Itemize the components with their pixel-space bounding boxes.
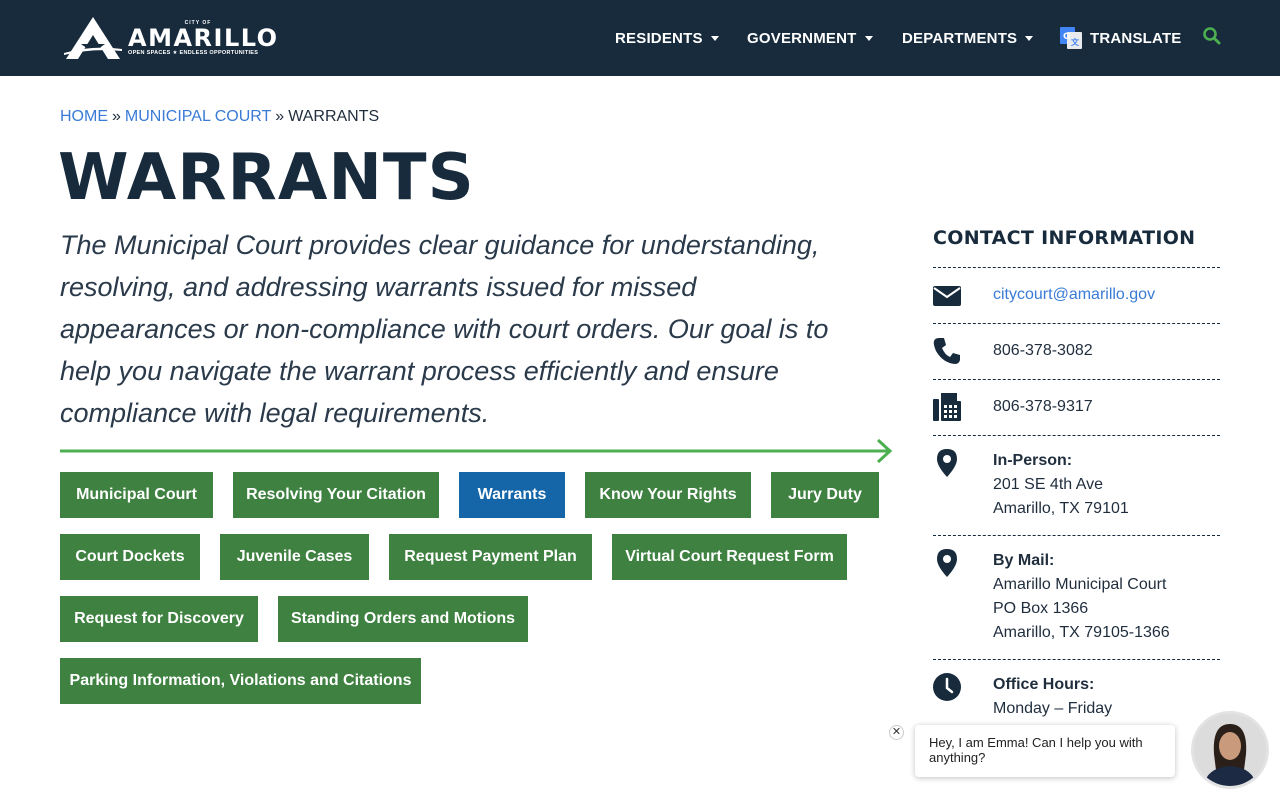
contact-email: citycourt@amarillo.gov xyxy=(993,283,1155,307)
nav-government-label: GOVERNMENT xyxy=(747,29,857,47)
contact-hours: Office Hours: Monday – Friday xyxy=(993,673,1112,721)
page-title: WARRANTS xyxy=(58,141,475,215)
mail-line2: PO Box 1366 xyxy=(993,600,1089,617)
in-person-label: In-Person: xyxy=(993,452,1073,469)
assistant-avatar-icon xyxy=(1194,714,1266,786)
chat-close-button[interactable]: ✕ xyxy=(889,725,904,740)
mail-line1: Amarillo Municipal Court xyxy=(993,576,1167,593)
svg-text:G: G xyxy=(1063,32,1071,42)
chat-message-bubble[interactable]: Hey, I am Emma! Can I help you with anyt… xyxy=(915,725,1175,777)
in-person-line2: Amarillo, TX 79101 xyxy=(993,500,1129,517)
divider xyxy=(933,435,1220,436)
nav-translate-label: TRANSLATE xyxy=(1090,29,1182,47)
green-arrow-divider xyxy=(60,438,893,464)
contact-phone: 806-378-3082 xyxy=(993,342,1093,359)
btn-municipal-court[interactable]: Municipal Court xyxy=(60,472,213,518)
breadcrumb-home-link[interactable]: HOME xyxy=(60,108,108,125)
caret-down-icon xyxy=(864,35,873,41)
breadcrumb-separator: » xyxy=(275,108,285,125)
fax-icon xyxy=(933,393,961,421)
btn-virtual-court-request-form[interactable]: Virtual Court Request Form xyxy=(612,534,847,580)
map-pin-icon xyxy=(937,549,957,577)
nav-departments-label: DEPARTMENTS xyxy=(902,29,1018,47)
clock-icon xyxy=(933,673,961,701)
nav-departments[interactable]: DEPARTMENTS xyxy=(902,29,1034,47)
btn-request-for-discovery[interactable]: Request for Discovery xyxy=(60,596,258,642)
email-link[interactable]: citycourt@amarillo.gov xyxy=(993,286,1155,303)
intro-paragraph: The Municipal Court provides clear guida… xyxy=(60,230,829,428)
breadcrumb-separator: » xyxy=(112,108,121,125)
caret-down-icon xyxy=(1025,35,1034,41)
google-translate-icon: G 文 xyxy=(1060,27,1082,49)
btn-resolving-your-citation[interactable]: Resolving Your Citation xyxy=(233,472,439,518)
btn-jury-duty[interactable]: Jury Duty xyxy=(771,472,879,518)
btn-know-your-rights[interactable]: Know Your Rights xyxy=(585,472,751,518)
nav-translate[interactable]: G 文 TRANSLATE xyxy=(1060,27,1182,49)
nav-residents[interactable]: RESIDENTS xyxy=(615,29,719,47)
breadcrumb-municipal-court-link[interactable]: MUNICIPAL COURT xyxy=(125,108,271,125)
nav-residents-label: RESIDENTS xyxy=(615,29,703,47)
svg-text:文: 文 xyxy=(1071,37,1080,47)
chat-message: Hey, I am Emma! Can I help you with anyt… xyxy=(929,735,1143,765)
divider xyxy=(933,323,1220,324)
in-person-line1: 201 SE 4th Ave xyxy=(993,476,1104,493)
breadcrumb-current: WARRANTS xyxy=(288,108,380,125)
search-icon[interactable] xyxy=(1202,26,1222,46)
btn-parking-information[interactable]: Parking Information, Violations and Cita… xyxy=(60,658,421,704)
phone-icon xyxy=(933,338,960,364)
chat-avatar[interactable] xyxy=(1191,711,1269,789)
btn-standing-orders-and-motions[interactable]: Standing Orders and Motions xyxy=(278,596,528,642)
map-pin-icon xyxy=(937,449,957,477)
divider xyxy=(933,379,1220,380)
main-nav: RESIDENTS GOVERNMENT DEPARTMENTS G 文 TRA… xyxy=(0,0,1280,76)
mail-label: By Mail: xyxy=(993,552,1055,569)
divider xyxy=(933,535,1220,536)
envelope-icon xyxy=(933,286,961,306)
divider xyxy=(933,267,1220,268)
divider xyxy=(933,659,1220,660)
contact-fax: 806-378-9317 xyxy=(993,398,1093,415)
breadcrumb: HOME» MUNICIPAL COURT» WARRANTS xyxy=(60,108,379,126)
hours-label: Office Hours: xyxy=(993,676,1095,693)
btn-court-dockets[interactable]: Court Dockets xyxy=(60,534,200,580)
contact-in-person: In-Person: 201 SE 4th Ave Amarillo, TX 7… xyxy=(993,449,1129,521)
hours-line1: Monday – Friday xyxy=(993,700,1113,717)
nav-government[interactable]: GOVERNMENT xyxy=(747,29,873,47)
contact-title: CONTACT INFORMATION xyxy=(933,227,1196,249)
btn-request-payment-plan[interactable]: Request Payment Plan xyxy=(389,534,592,580)
site-header: CITY OF AMARILLO OPEN SPACES ★ ENDLESS O… xyxy=(0,0,1280,76)
btn-juvenile-cases[interactable]: Juvenile Cases xyxy=(220,534,369,580)
caret-down-icon xyxy=(710,35,719,41)
mail-line3: Amarillo, TX 79105-1366 xyxy=(993,624,1170,641)
btn-warrants[interactable]: Warrants xyxy=(459,472,565,518)
contact-mail: By Mail: Amarillo Municipal Court PO Box… xyxy=(993,549,1170,645)
